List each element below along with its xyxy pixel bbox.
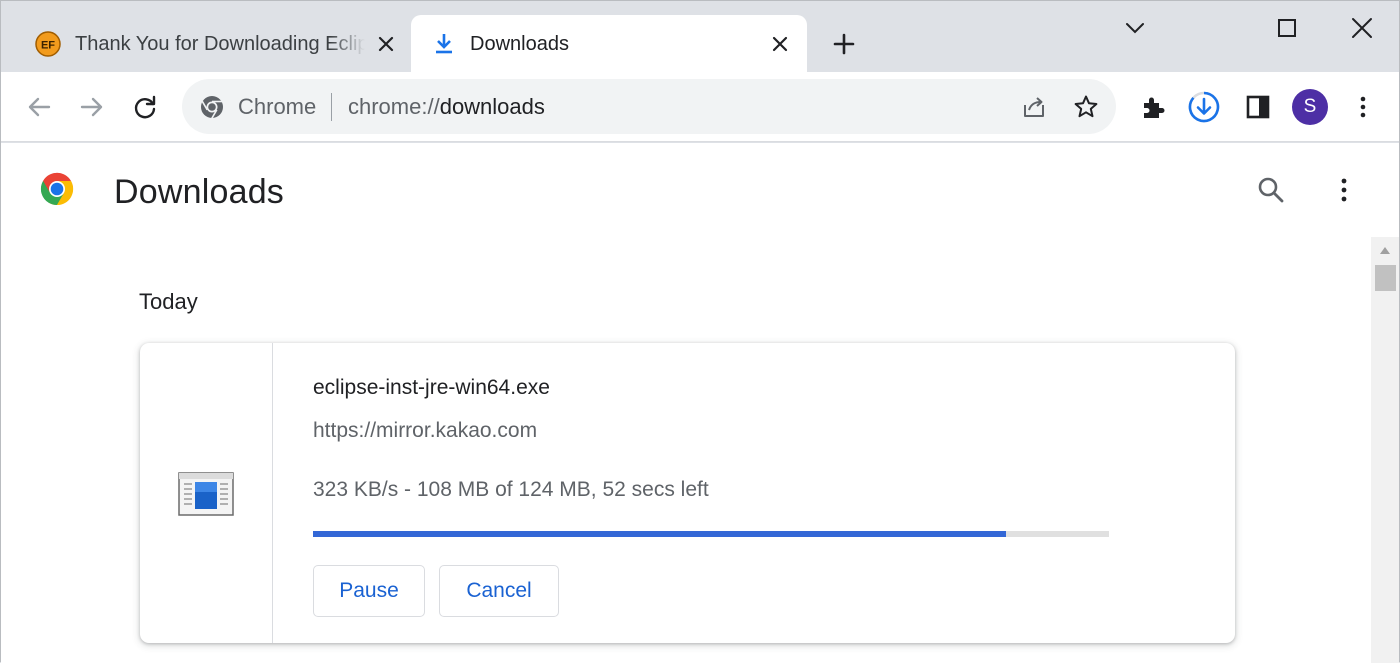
tab-eclipse[interactable]: EF Thank You for Downloading Eclipse: [19, 15, 411, 72]
downloads-page: Downloads Today eclipse-inst-jre-win64.e…: [1, 143, 1399, 663]
download-icon: [436, 34, 452, 54]
reload-icon[interactable]: [130, 92, 160, 122]
file-name-link[interactable]: eclipse-inst-jre-win64.exe: [313, 376, 550, 400]
omnibox-divider: [331, 93, 332, 121]
page-title: Downloads: [114, 173, 285, 211]
file-icon-column: [140, 343, 273, 643]
svg-text:EF: EF: [41, 40, 55, 52]
search-icon[interactable]: [1256, 175, 1286, 205]
section-date: Today: [139, 289, 198, 314]
side-panel-icon[interactable]: [1243, 92, 1273, 122]
arrow-right-icon[interactable]: [77, 92, 107, 122]
scroll-up-arrow-icon[interactable]: [1379, 245, 1391, 255]
omnibox[interactable]: Chrome chrome://downloads: [182, 79, 1116, 134]
tab-title: Downloads: [470, 33, 569, 55]
url-scheme: chrome://: [348, 94, 440, 119]
new-tab-plus-icon[interactable]: [829, 29, 859, 59]
chevron-down-icon[interactable]: [1120, 13, 1150, 43]
browser-window: EF Thank You for Downloading Eclipse Dow…: [0, 0, 1400, 663]
scroll-thumb[interactable]: [1375, 265, 1396, 291]
download-progress-icon[interactable]: [1187, 90, 1221, 124]
tab-title: Thank You for Downloading Eclipse: [75, 33, 365, 55]
star-icon[interactable]: [1072, 93, 1100, 121]
pause-button[interactable]: Pause: [313, 565, 425, 617]
eclipse-favicon-icon: EF: [35, 31, 61, 57]
kebab-menu-icon[interactable]: [1348, 92, 1378, 122]
chrome-logo-icon: [40, 172, 74, 206]
page-header: Downloads: [1, 143, 1399, 237]
tab-strip: EF Thank You for Downloading Eclipse Dow…: [1, 1, 1399, 72]
avatar[interactable]: S: [1292, 89, 1328, 125]
scrollbar[interactable]: [1371, 237, 1399, 663]
cancel-button[interactable]: Cancel: [439, 565, 559, 617]
close-icon[interactable]: [768, 32, 792, 56]
download-status: 323 KB/s - 108 MB of 124 MB, 52 secs lef…: [313, 478, 709, 501]
download-progress-bar: [313, 531, 1109, 537]
chrome-icon[interactable]: [199, 94, 225, 120]
arrow-left-icon[interactable]: [24, 92, 54, 122]
omnibox-url[interactable]: chrome://downloads: [348, 94, 545, 120]
omnibox-chip: Chrome: [238, 94, 317, 119]
download-progress-fill: [313, 531, 1007, 537]
exe-file-icon[interactable]: [178, 472, 234, 516]
puzzle-icon[interactable]: [1138, 92, 1168, 122]
kebab-menu-icon[interactable]: [1329, 175, 1359, 205]
window-close-icon[interactable]: [1347, 13, 1377, 43]
source-url-link[interactable]: https://mirror.kakao.com: [313, 419, 537, 443]
toolbar: Chrome chrome://downloads S: [1, 72, 1399, 142]
url-host: downloads: [439, 94, 545, 119]
share-icon[interactable]: [1020, 93, 1048, 121]
close-icon[interactable]: [374, 32, 398, 56]
maximize-icon[interactable]: [1272, 13, 1302, 43]
tab-downloads[interactable]: Downloads: [411, 15, 807, 72]
download-item: eclipse-inst-jre-win64.exe https://mirro…: [140, 343, 1235, 643]
